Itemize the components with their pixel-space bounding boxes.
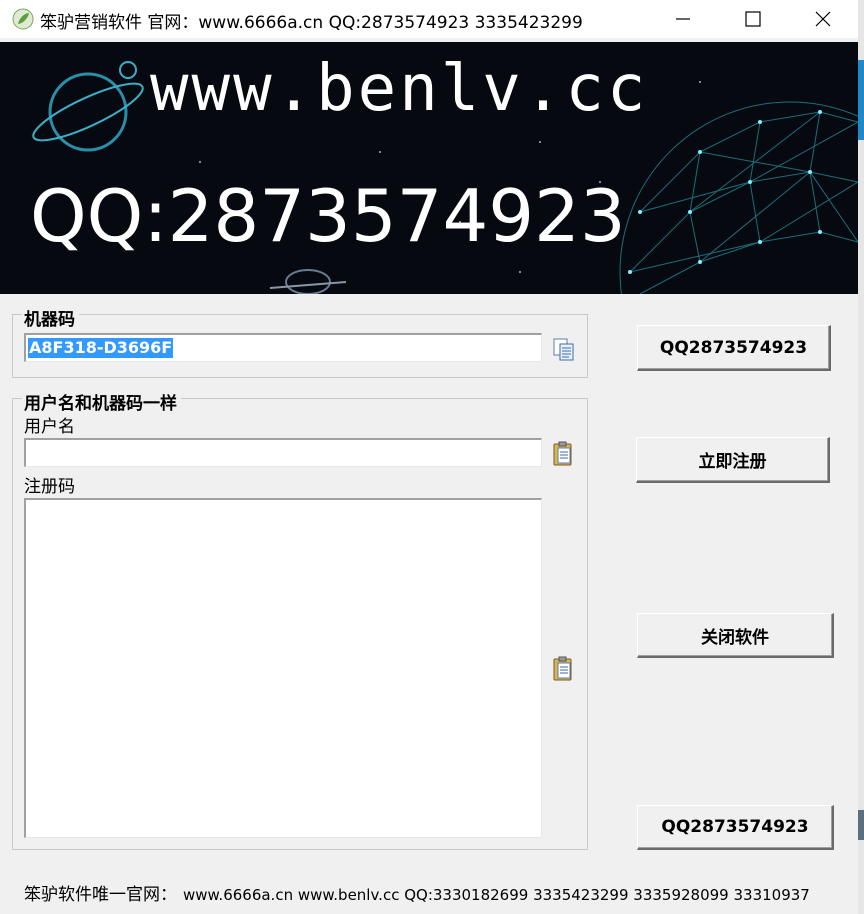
minimize-icon [676,18,690,20]
close-icon [815,11,831,27]
banner-qq: QQ:2873574923 [30,174,626,258]
machine-code-legend: 机器码 [22,305,79,330]
desktop-edge [858,0,864,914]
register-button[interactable]: 立即注册 [636,437,830,483]
maximize-button[interactable] [730,0,776,38]
desktop-edge-accent [858,60,864,140]
footer-label: 笨驴软件唯一官网： [24,885,177,905]
close-software-button[interactable]: 关闭软件 [637,613,834,658]
paste-username-button[interactable] [551,441,575,467]
machine-code-value: A8F318-D3696F [28,338,174,358]
reg-code-label: 注册码 [24,477,75,497]
window-title: 笨驴营销软件 官网：www.6666a.cn QQ:2873574923 333… [40,13,583,33]
app-logo-icon [12,8,34,30]
footer: 笨驴软件唯一官网： www.6666a.cn www.benlv.cc QQ:33… [24,880,832,905]
machine-code-field[interactable]: A8F318-D3696F [24,333,542,362]
banner-url: www.benlv.cc [150,52,649,126]
qq-top-button[interactable]: QQ2873574923 [637,325,831,371]
maximize-icon [745,11,761,27]
title-bar[interactable]: 笨驴营销软件 官网：www.6666a.cn QQ:2873574923 333… [0,0,858,38]
desktop-edge-accent-lower [858,810,864,840]
close-button[interactable] [800,0,846,38]
username-input[interactable] [24,438,542,467]
registration-legend: 用户名和机器码一样 [22,389,181,414]
clipboard-icon [553,656,572,681]
paste-reg-code-button[interactable] [551,656,575,682]
clipboard-icon [553,441,572,466]
reg-code-textarea[interactable] [24,498,542,838]
copy-machine-code-button[interactable] [552,336,576,362]
footer-links: www.6666a.cn www.benlv.cc QQ:3330182699 … [183,886,810,904]
username-label: 用户名 [24,417,75,437]
qq-bottom-button[interactable]: QQ2873574923 [637,805,834,850]
minimize-button[interactable] [660,0,706,38]
banner-image: www.benlv.cc QQ:2873574923 [0,42,858,294]
copy-icon [553,338,574,361]
